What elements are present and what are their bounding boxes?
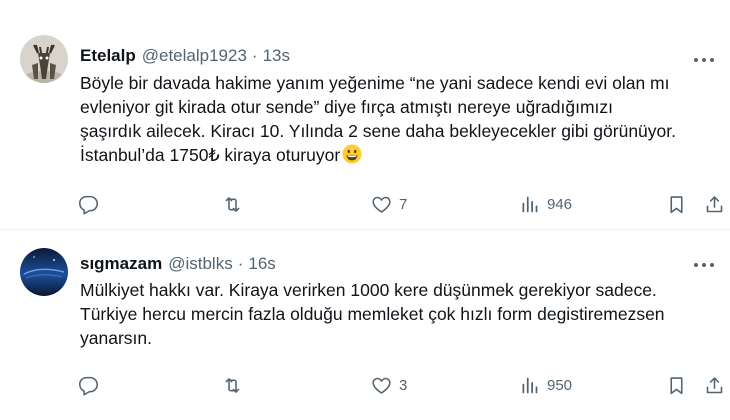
tweet[interactable]: sıgmazam @istblks · 16s Mülkiyet hakkı v… (0, 230, 730, 420)
avatar[interactable] (20, 35, 68, 83)
timestamp[interactable]: 13s (263, 46, 290, 66)
blue-sky-avatar-icon (20, 248, 68, 296)
tweet-text-line: Türkiye hercu mercin fazla olduğu memlek… (80, 304, 665, 324)
tweet-actions: 7 946 (78, 193, 728, 215)
tweet-header: Etelalp @etelalp1923 · 13s (80, 46, 290, 66)
tweet-text-line: Mülkiyet hakkı var. Kiraya verirken 1000… (80, 280, 657, 300)
reply-icon (78, 195, 99, 214)
tweet-header: sıgmazam @istblks · 16s (80, 254, 276, 274)
bookmark-button[interactable] (666, 193, 687, 215)
share-icon (706, 376, 723, 393)
like-button[interactable]: 7 (371, 193, 407, 215)
retweet-icon (225, 196, 240, 212)
tweet-text: Böyle bir davada hakime yanım yeğenime “… (80, 71, 720, 167)
tweet-text-line-last: İstanbul’da 1750₺ kiraya oturuyor (80, 143, 720, 167)
share-icon (706, 195, 723, 212)
bookmark-icon (670, 376, 683, 394)
share-button[interactable] (704, 374, 725, 396)
heart-icon (372, 196, 391, 213)
share-button[interactable] (704, 193, 725, 215)
reply-button[interactable] (78, 374, 106, 396)
reply-icon (78, 376, 99, 395)
deer-avatar-icon (20, 35, 68, 83)
tweet[interactable]: Etelalp @etelalp1923 · 13s Böyle bir dav… (0, 0, 730, 229)
retweet-button[interactable] (222, 374, 250, 396)
more-options-icon[interactable] (692, 52, 716, 68)
views-button[interactable]: 946 (519, 193, 572, 215)
bookmark-button[interactable] (666, 374, 687, 396)
bookmark-icon (670, 195, 683, 213)
like-count: 7 (399, 195, 408, 213)
tweet-text: Mülkiyet hakkı var. Kiraya verirken 1000… (80, 278, 720, 350)
more-options-icon[interactable] (692, 257, 716, 273)
like-count: 3 (399, 376, 408, 394)
tweet-text-line: yanarsın. (80, 328, 152, 348)
timestamp[interactable]: 16s (248, 254, 275, 274)
view-count: 946 (547, 195, 573, 213)
views-button[interactable]: 950 (519, 374, 572, 396)
tweet-text-line: Böyle bir davada hakime yanım yeğenime “… (80, 73, 670, 93)
tweet-text-line: evleniyor git kirada otur sende” diye fı… (80, 97, 614, 117)
like-button[interactable]: 3 (371, 374, 407, 396)
tweet-actions: 3 950 (78, 374, 728, 396)
author-name[interactable]: sıgmazam (80, 254, 162, 274)
retweet-icon (225, 377, 240, 393)
tweet-feed: Etelalp @etelalp1923 · 13s Böyle bir dav… (0, 0, 730, 420)
heart-icon (372, 377, 391, 394)
grinning-face-emoji-icon (342, 144, 362, 164)
author-handle[interactable]: @etelalp1923 (142, 46, 247, 66)
reply-button[interactable] (78, 193, 106, 215)
separator-dot: · (251, 46, 258, 65)
avatar[interactable] (20, 248, 68, 296)
bar-chart-icon (522, 377, 538, 393)
tweet-text-line: İstanbul’da 1750₺ kiraya oturuyor (80, 145, 341, 165)
retweet-button[interactable] (222, 193, 250, 215)
view-count: 950 (547, 376, 573, 394)
author-handle[interactable]: @istblks (168, 254, 233, 274)
author-name[interactable]: Etelalp (80, 46, 136, 66)
bar-chart-icon (522, 196, 538, 212)
tweet-text-line: şaşırdık ailecek. Kiracı 10. Yılında 2 s… (80, 121, 676, 141)
separator-dot: · (237, 254, 244, 273)
